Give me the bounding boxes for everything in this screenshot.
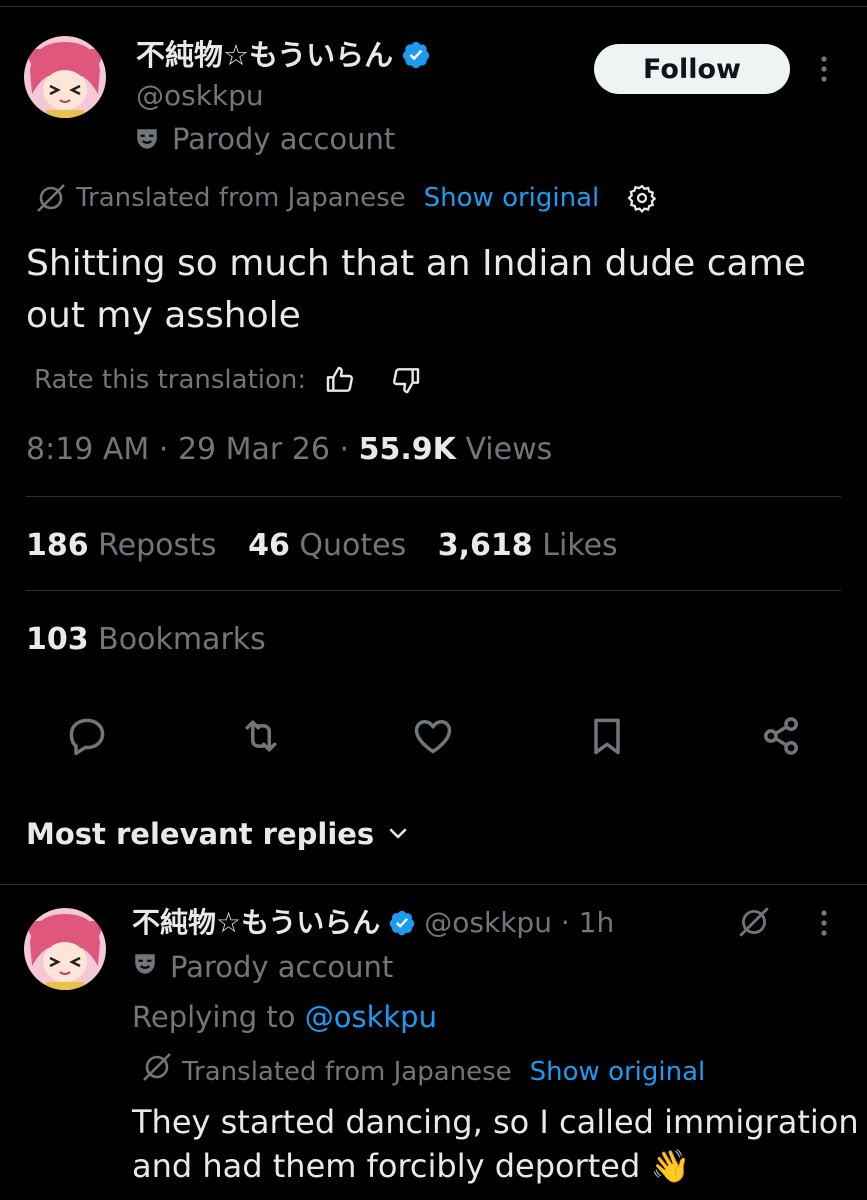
- translated-label: Translated from Japanese: [76, 183, 406, 213]
- replying-to-handle[interactable]: @oskkpu: [305, 1000, 437, 1034]
- reply-parody-row: Parody account: [132, 948, 393, 986]
- views-count: 55.9K: [358, 432, 456, 467]
- reply-handle-time[interactable]: @oskkpu · 1h: [424, 904, 614, 942]
- more-options-icon[interactable]: [814, 54, 834, 88]
- follow-button[interactable]: Follow: [594, 44, 790, 94]
- tweet-text-line: Shitting so much that an Indian dude cam…: [26, 243, 806, 284]
- reply-translate-icon[interactable]: [736, 906, 772, 942]
- tweet-text-line: out my asshole: [26, 295, 301, 336]
- reposts-stat[interactable]: 186 Reposts: [26, 528, 217, 563]
- top-divider: [0, 6, 867, 7]
- waving-hand-emoji: 👋: [650, 1147, 691, 1185]
- tweet-date[interactable]: 29 Mar 26: [178, 432, 330, 467]
- reposts-label: Reposts: [98, 528, 217, 563]
- reply-display-name[interactable]: 不純物☆もういらん: [132, 904, 380, 942]
- reply-translated-label: Translated from Japanese: [182, 1057, 512, 1087]
- show-original-link[interactable]: Show original: [424, 180, 600, 216]
- rate-translation-row: Rate this translation:: [34, 362, 422, 398]
- quotes-stat[interactable]: 46 Quotes: [248, 528, 406, 563]
- replies-sort-label: Most relevant replies: [26, 817, 375, 851]
- replying-to: Replying to @oskkpu: [132, 998, 437, 1036]
- reply-header: 不純物☆もういらん @oskkpu · 1h: [132, 904, 614, 942]
- thumbs-up-icon[interactable]: [324, 364, 356, 396]
- bookmarks-label: Bookmarks: [98, 622, 266, 657]
- reply-text: They started dancing, so I called immigr…: [132, 1100, 859, 1188]
- handle[interactable]: @oskkpu: [136, 78, 264, 114]
- reply-avatar[interactable]: [24, 908, 106, 990]
- chevron-down-icon: [386, 814, 410, 854]
- reply-show-original-link[interactable]: Show original: [530, 1054, 706, 1090]
- tweet-meta: 8:19 AM · 29 Mar 26 · 55.9K Views: [26, 430, 552, 470]
- share-icon[interactable]: [758, 714, 804, 762]
- like-heart-icon[interactable]: [410, 714, 456, 762]
- display-name[interactable]: 不純物☆もういらん: [136, 36, 393, 74]
- likes-count: 3,618: [437, 528, 533, 563]
- parody-label-row: Parody account: [134, 120, 395, 158]
- gear-icon[interactable]: [627, 183, 657, 213]
- display-name-row: 不純物☆もういらん: [136, 36, 431, 74]
- replies-sort-dropdown[interactable]: Most relevant replies: [26, 814, 410, 854]
- verified-badge-icon: [401, 40, 431, 70]
- meta-separator: ·: [339, 432, 350, 467]
- tweet-time[interactable]: 8:19 AM: [26, 432, 149, 467]
- verified-badge-icon: [388, 909, 416, 937]
- translate-icon: [34, 183, 68, 213]
- engagement-stats: 186 Reposts 46 Quotes 3,618 Likes: [26, 526, 618, 566]
- translate-icon: [140, 1052, 174, 1092]
- mask-icon: [134, 126, 160, 152]
- meta-separator: ·: [158, 432, 169, 467]
- reply-text-line: They started dancing, so I called immigr…: [132, 1103, 859, 1141]
- reply-icon[interactable]: [64, 714, 110, 762]
- avatar[interactable]: [24, 36, 106, 118]
- likes-stat[interactable]: 3,618 Likes: [438, 528, 618, 563]
- translation-row: Translated from Japanese Show original: [34, 180, 657, 216]
- divider: [26, 590, 841, 591]
- thumbs-down-icon[interactable]: [390, 364, 422, 396]
- parody-label: Parody account: [172, 122, 396, 156]
- likes-label: Likes: [542, 528, 618, 563]
- replying-to-prefix: Replying to: [132, 1000, 296, 1034]
- tweet-text: Shitting so much that an Indian dude cam…: [26, 238, 806, 342]
- quotes-count: 46: [248, 528, 290, 563]
- divider: [26, 496, 841, 497]
- reply-parody-label: Parody account: [170, 950, 394, 984]
- bookmarks-stat[interactable]: 103 Bookmarks: [26, 620, 266, 660]
- mask-icon: [132, 948, 158, 986]
- reply-translation-row: Translated from Japanese Show original: [140, 1052, 705, 1092]
- reply-text-line: and had them forcibly deported: [132, 1147, 641, 1185]
- views-label: Views: [465, 432, 553, 467]
- quotes-label: Quotes: [299, 528, 407, 563]
- bookmarks-count: 103: [26, 622, 89, 657]
- reposts-count: 186: [26, 528, 89, 563]
- reply-more-options-icon[interactable]: [814, 908, 834, 942]
- repost-icon[interactable]: [238, 714, 284, 762]
- bookmark-icon[interactable]: [584, 714, 630, 762]
- divider: [0, 884, 867, 885]
- rate-translation-label: Rate this translation:: [34, 365, 307, 395]
